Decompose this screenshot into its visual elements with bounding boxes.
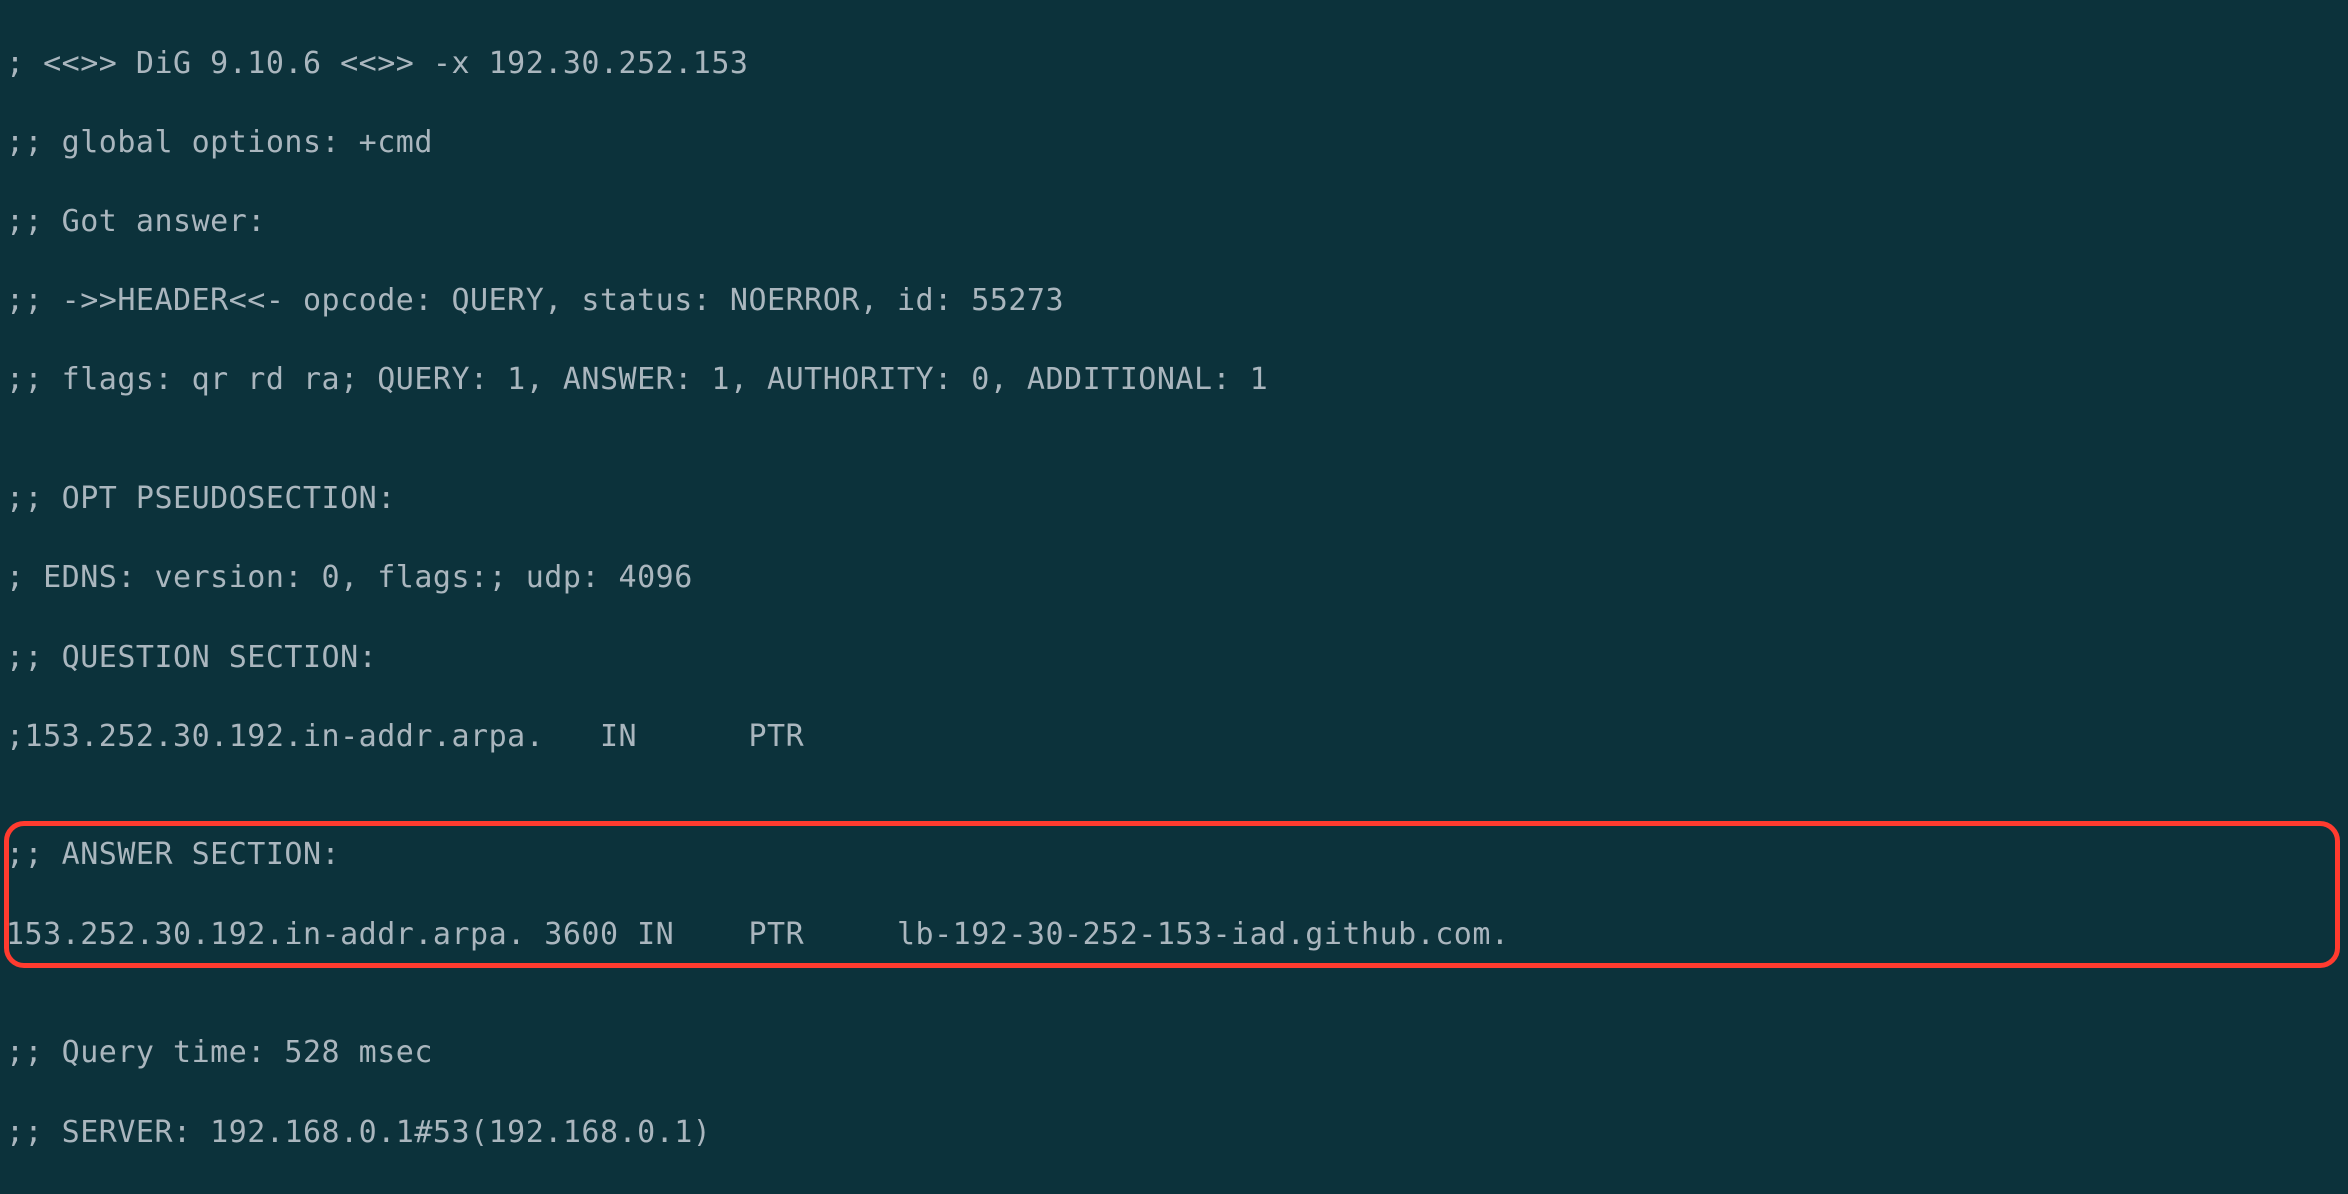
dig-banner-line: ; <<>> DiG 9.10.6 <<>> -x 192.30.252.153: [6, 44, 2348, 84]
global-options-line: ;; global options: +cmd: [6, 123, 2348, 163]
question-record-line: ;153.252.30.192.in-addr.arpa. IN PTR: [6, 717, 2348, 757]
question-section-header: ;; QUESTION SECTION:: [6, 638, 2348, 678]
server-line: ;; SERVER: 192.168.0.1#53(192.168.0.1): [6, 1113, 2348, 1153]
header-line: ;; ->>HEADER<<- opcode: QUERY, status: N…: [6, 281, 2348, 321]
answer-section-header: ;; ANSWER SECTION:: [6, 835, 2348, 875]
flags-line: ;; flags: qr rd ra; QUERY: 1, ANSWER: 1,…: [6, 360, 2348, 400]
got-answer-line: ;; Got answer:: [6, 202, 2348, 242]
terminal-output: ; <<>> DiG 9.10.6 <<>> -x 192.30.252.153…: [0, 0, 2348, 1194]
opt-pseudosection-line: ;; OPT PSEUDOSECTION:: [6, 479, 2348, 519]
answer-record-line: 153.252.30.192.in-addr.arpa. 3600 IN PTR…: [6, 915, 2348, 955]
edns-line: ; EDNS: version: 0, flags:; udp: 4096: [6, 558, 2348, 598]
query-time-line: ;; Query time: 528 msec: [6, 1033, 2348, 1073]
